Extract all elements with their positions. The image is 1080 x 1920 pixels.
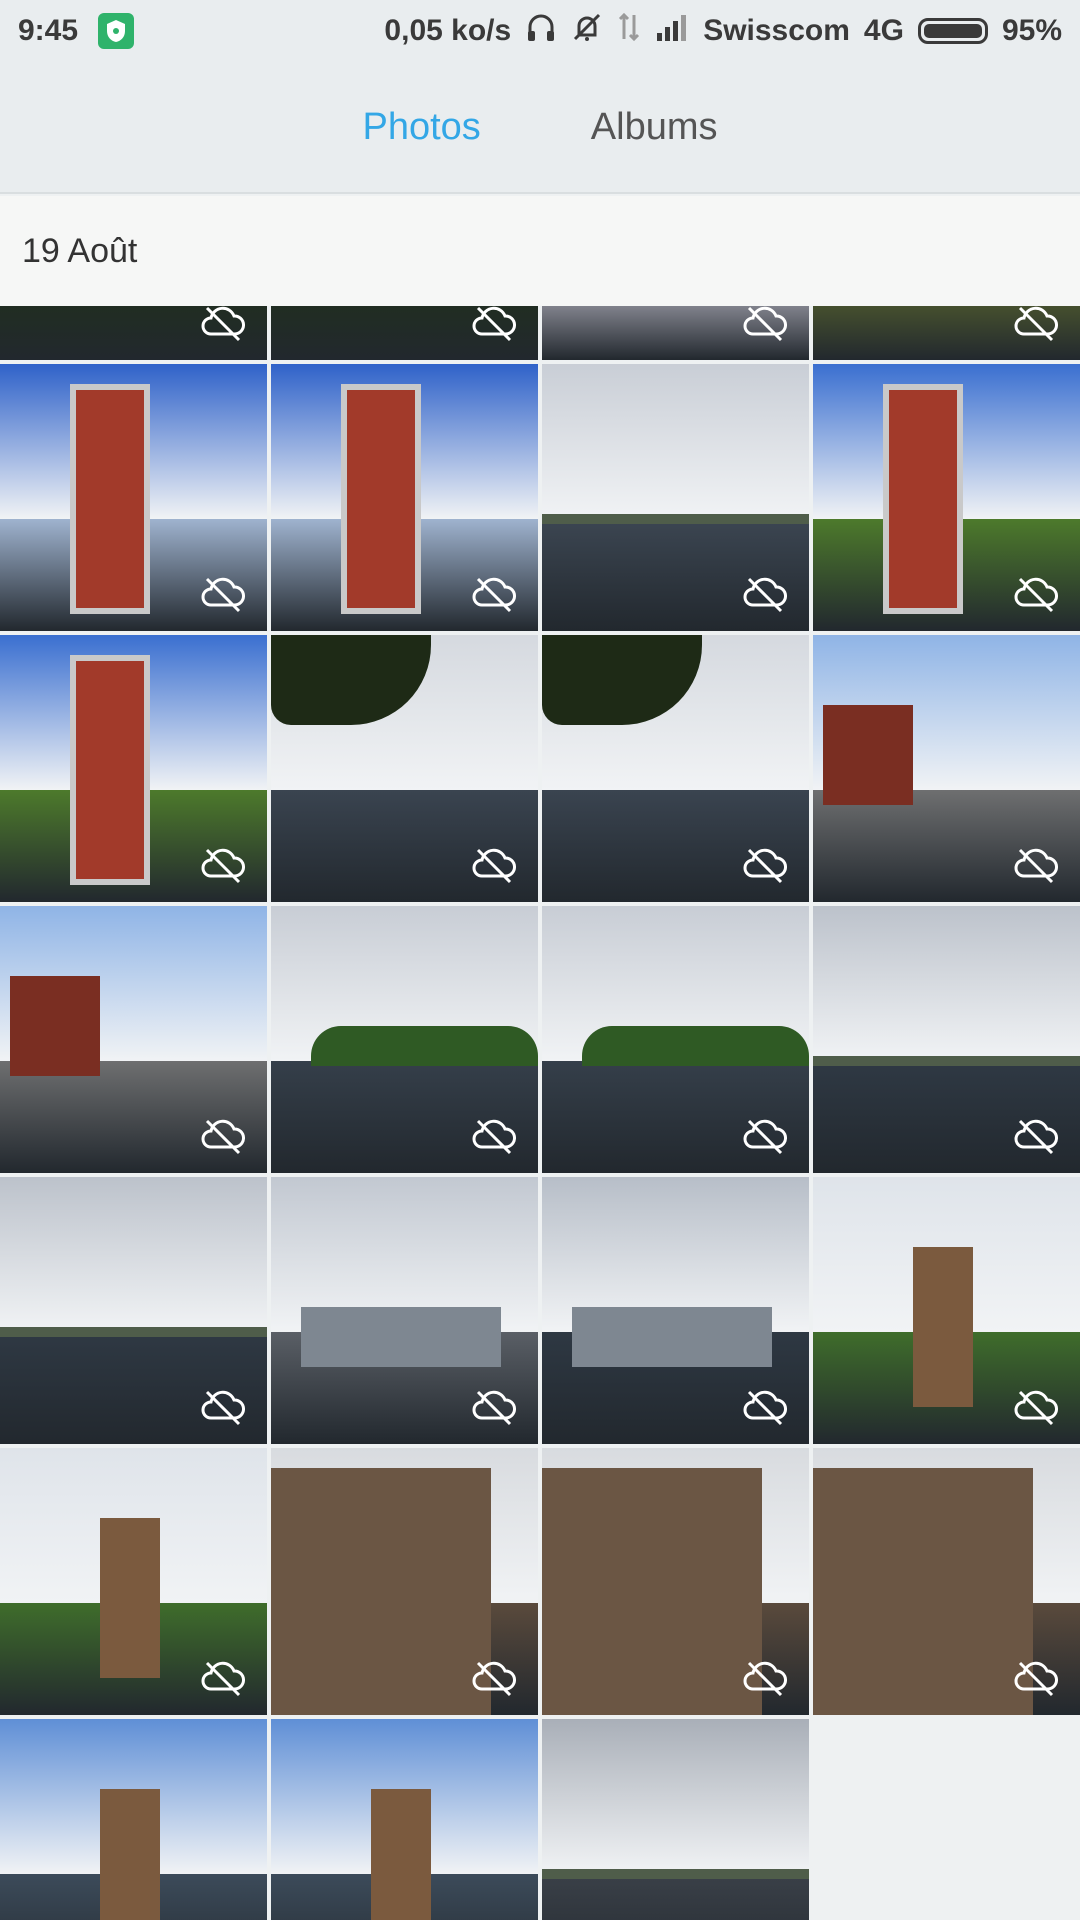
photo-subject xyxy=(10,976,100,1076)
photo-sky xyxy=(542,1719,809,1874)
photo-thumbnail[interactable] xyxy=(542,1177,809,1444)
section-date: 19 Août xyxy=(22,231,138,270)
network-type: 4G xyxy=(863,14,904,47)
photo-thumbnail[interactable] xyxy=(0,1448,267,1715)
cloud-off-icon xyxy=(201,1390,245,1426)
photo-thumbnail[interactable] xyxy=(542,306,809,360)
tab-albums[interactable]: Albums xyxy=(591,106,718,149)
photo-thumbnail[interactable] xyxy=(542,635,809,902)
cloud-off-icon xyxy=(201,848,245,884)
photo-subject xyxy=(542,1468,762,1715)
tab-bar: Photos Albums xyxy=(0,62,1080,194)
photo-thumbnail[interactable] xyxy=(271,306,538,360)
photo-thumbnail[interactable] xyxy=(813,635,1080,902)
cloud-off-icon xyxy=(1014,1661,1058,1697)
cloud-off-icon xyxy=(472,306,516,342)
photo-thumbnail[interactable] xyxy=(542,1719,809,1920)
signal-icon xyxy=(655,13,689,49)
cloud-off-icon xyxy=(1014,848,1058,884)
network-speed: 0,05 ko/s xyxy=(384,14,512,47)
photo-thumbnail[interactable] xyxy=(0,906,267,1173)
photo-thumbnail[interactable] xyxy=(0,1177,267,1444)
photo-sky xyxy=(0,1177,267,1332)
cloud-off-icon xyxy=(472,1661,516,1697)
photo-thumbnail[interactable] xyxy=(813,1448,1080,1715)
photo-thumbnail[interactable] xyxy=(271,1719,538,1920)
photo-thumbnail[interactable] xyxy=(542,364,809,631)
photo-thumbnail[interactable] xyxy=(0,306,267,360)
photo-thumbnail[interactable] xyxy=(813,906,1080,1173)
photo-subject xyxy=(813,1056,1080,1066)
cloud-off-icon xyxy=(472,1119,516,1155)
photo-subject xyxy=(913,1247,973,1407)
security-shield-icon xyxy=(98,13,135,49)
cloud-off-icon xyxy=(1014,306,1058,342)
photo-thumbnail[interactable] xyxy=(813,364,1080,631)
photo-thumbnail[interactable] xyxy=(271,906,538,1173)
photo-thumbnail[interactable] xyxy=(0,364,267,631)
cloud-off-icon xyxy=(743,1119,787,1155)
photo-ground xyxy=(542,1873,809,1920)
photo-thumbnail[interactable] xyxy=(542,1448,809,1715)
photo-thumbnail[interactable] xyxy=(542,906,809,1173)
status-bar: 9:45 0,05 ko/s Swisscom 4G 95% xyxy=(0,0,1080,62)
photo-subject xyxy=(371,1789,431,1920)
cloud-off-icon xyxy=(743,1661,787,1697)
cloud-off-icon xyxy=(201,1661,245,1697)
photo-thumbnail[interactable] xyxy=(271,1177,538,1444)
photo-subject xyxy=(70,384,150,614)
carrier-name: Swisscom xyxy=(703,14,850,47)
cloud-off-icon xyxy=(1014,577,1058,613)
photo-subject xyxy=(311,1026,538,1066)
status-indicators: 0,05 ko/s Swisscom 4G 95% xyxy=(384,11,1062,51)
cloud-off-icon xyxy=(743,306,787,342)
cloud-off-icon xyxy=(472,577,516,613)
bell-muted-icon xyxy=(571,11,603,51)
photo-sky xyxy=(813,906,1080,1061)
battery-icon xyxy=(917,18,988,44)
photo-thumbnail[interactable] xyxy=(0,635,267,902)
photo-subject xyxy=(572,1307,772,1367)
cloud-off-icon xyxy=(201,306,245,342)
status-time: 9:45 xyxy=(18,14,79,47)
photo-subject xyxy=(542,1869,809,1879)
cloud-off-icon xyxy=(201,1119,245,1155)
cloud-off-icon xyxy=(1014,1390,1058,1426)
photo-subject xyxy=(70,655,150,885)
photo-subject xyxy=(341,384,421,614)
photo-subject xyxy=(582,1026,809,1066)
cloud-off-icon xyxy=(743,577,787,613)
photo-subject xyxy=(100,1518,160,1678)
photo-subject xyxy=(542,514,809,524)
cloud-off-icon xyxy=(472,848,516,884)
photo-thumbnail[interactable] xyxy=(813,1177,1080,1444)
cloud-off-icon xyxy=(743,848,787,884)
photo-subject xyxy=(883,384,963,614)
tab-photos[interactable]: Photos xyxy=(362,106,480,149)
photo-thumbnail[interactable] xyxy=(271,635,538,902)
photo-subject xyxy=(0,1327,267,1337)
photo-subject xyxy=(301,1307,501,1367)
photo-thumbnail[interactable] xyxy=(0,1719,267,1920)
data-arrows-icon xyxy=(617,11,641,51)
cloud-off-icon xyxy=(201,577,245,613)
photo-thumbnail[interactable] xyxy=(813,306,1080,360)
photo-subject xyxy=(823,705,913,805)
photo-subject xyxy=(271,1468,491,1715)
photo-subject xyxy=(100,1789,160,1920)
battery-percent: 95% xyxy=(1001,14,1062,47)
cloud-off-icon xyxy=(472,1390,516,1426)
cloud-off-icon xyxy=(743,1390,787,1426)
photo-grid[interactable] xyxy=(0,306,1080,1920)
date-section-header: 19 Août xyxy=(0,196,1080,306)
photo-thumbnail[interactable] xyxy=(271,364,538,631)
cloud-off-icon xyxy=(1014,1119,1058,1155)
photo-thumbnail[interactable] xyxy=(271,1448,538,1715)
photo-subject xyxy=(813,1468,1033,1715)
headphones-icon xyxy=(525,11,557,51)
photo-sky xyxy=(542,364,809,519)
